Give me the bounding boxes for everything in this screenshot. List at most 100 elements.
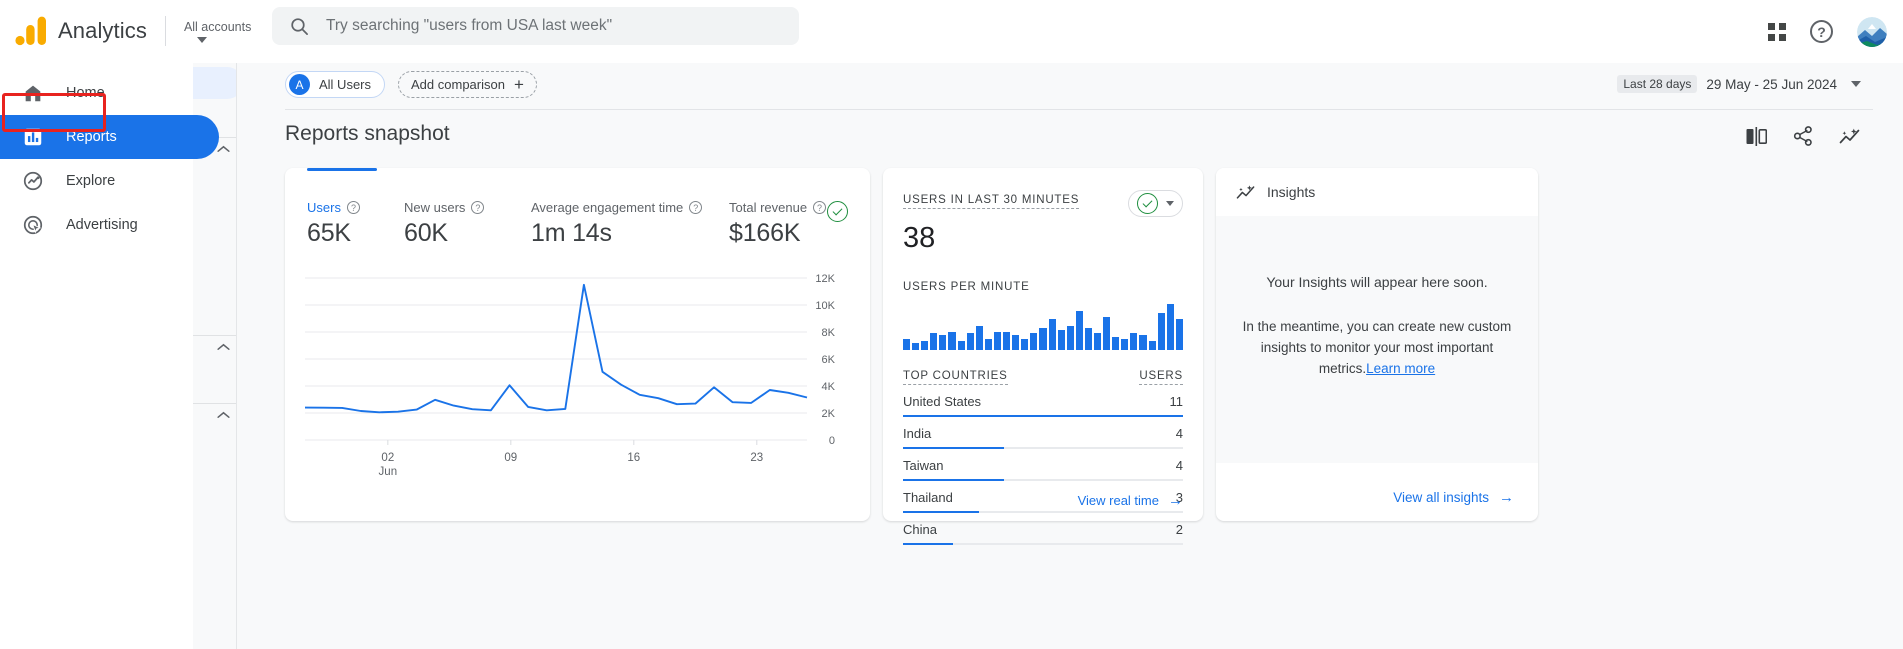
help-icon[interactable]: ? xyxy=(471,201,485,214)
country-name: India xyxy=(903,426,932,441)
chevron-up-icon[interactable] xyxy=(217,411,230,419)
subnav-text-fragment: s xyxy=(193,551,194,566)
insights-empty-line1: Your Insights will appear here soon. xyxy=(1266,274,1488,290)
bar xyxy=(1084,327,1092,350)
green-check-icon xyxy=(827,201,848,222)
plus-icon: + xyxy=(513,74,524,94)
metric-users[interactable]: Users ? 65K xyxy=(307,200,404,248)
top-countries-list: United States 11 India 4 Taiwan 4 Thaila… xyxy=(903,385,1183,545)
chevron-down-icon xyxy=(1851,81,1861,87)
top-countries-header: TOP COUNTRIES USERS xyxy=(903,370,1183,385)
date-range-value: 29 May - 25 Jun 2024 xyxy=(1706,76,1837,92)
insights-header: Insights xyxy=(1216,168,1538,216)
view-all-insights-link[interactable]: View all insights → xyxy=(1393,490,1514,505)
page-header: Reports snapshot xyxy=(237,110,1903,168)
search-icon xyxy=(291,17,308,35)
arrow-right-icon: → xyxy=(1168,492,1183,509)
table-row[interactable]: China 2 xyxy=(903,513,1183,545)
share-icon[interactable] xyxy=(1793,126,1813,146)
learn-more-link[interactable]: Learn more xyxy=(1366,361,1435,376)
bar-chart-icon xyxy=(24,128,42,146)
bar xyxy=(912,342,920,350)
view-real-time-label: View real time xyxy=(1077,493,1159,508)
data-status-badge[interactable] xyxy=(827,201,848,222)
advertising-target-icon xyxy=(23,215,43,235)
bar xyxy=(1057,329,1065,350)
table-row[interactable]: India 4 xyxy=(903,417,1183,449)
users-per-minute-chart[interactable] xyxy=(903,304,1183,350)
insights-trend-icon[interactable] xyxy=(1839,126,1861,146)
sidebar-item-advertising[interactable]: Advertising xyxy=(0,203,192,247)
bar xyxy=(903,339,911,350)
active-tab-indicator xyxy=(307,168,377,171)
metric-new-users[interactable]: New users ? 60K xyxy=(404,200,531,248)
arrow-right-icon: → xyxy=(1499,489,1514,506)
country-users: 4 xyxy=(1175,458,1183,473)
metric-avg-engagement-time[interactable]: Average engagement time ? 1m 14s xyxy=(531,200,729,248)
overview-card: Users ? 65K New users ? 60K Average enga… xyxy=(285,168,870,521)
sidebar: Home Reports Explore Advertising xyxy=(0,63,219,649)
view-real-time-link[interactable]: View real time → xyxy=(1078,493,1183,508)
svg-text:23: 23 xyxy=(750,452,763,464)
svg-text:0: 0 xyxy=(829,435,835,447)
compare-split-icon[interactable] xyxy=(1746,126,1767,146)
account-selector[interactable]: All accounts xyxy=(184,20,251,43)
sidebar-item-label: Home xyxy=(66,85,105,101)
realtime-status-badge[interactable] xyxy=(1128,190,1183,217)
svg-text:12K: 12K xyxy=(815,273,835,285)
control-bar: A All Users Add comparison + Last 28 day… xyxy=(237,63,1903,110)
bar xyxy=(1093,333,1102,350)
bar xyxy=(1139,335,1147,350)
avatar[interactable] xyxy=(1857,16,1887,47)
page-header-actions xyxy=(1746,126,1861,146)
bar xyxy=(1012,335,1020,350)
search-input[interactable]: Try searching "users from USA last week" xyxy=(272,7,799,45)
metric-total-revenue[interactable]: Total revenue ? $166K xyxy=(729,200,827,248)
divider xyxy=(193,403,236,404)
bar xyxy=(1103,316,1111,350)
bar xyxy=(921,340,929,350)
segment-chip-all-users[interactable]: A All Users xyxy=(285,71,386,98)
add-comparison-button[interactable]: Add comparison + xyxy=(398,71,537,98)
help-icon[interactable]: ? xyxy=(346,201,360,214)
country-users: 11 xyxy=(1169,394,1184,409)
main-content: A All Users Add comparison + Last 28 day… xyxy=(237,63,1903,649)
country-name: Taiwan xyxy=(903,458,944,473)
users-column-label: USERS xyxy=(1139,370,1183,385)
sidebar-item-explore[interactable]: Explore xyxy=(0,159,192,203)
metrics-group: Users ? 65K New users ? 60K Average enga… xyxy=(307,200,827,248)
bar xyxy=(1112,337,1120,350)
segment-avatar: A xyxy=(289,74,310,95)
realtime-users-count: 38 xyxy=(903,222,936,254)
top-app-bar: Analytics All accounts Try searching "us… xyxy=(0,0,1903,63)
help-icon[interactable]: ? xyxy=(689,201,703,214)
help-icon[interactable]: ? xyxy=(1810,20,1833,43)
metric-name: Users xyxy=(307,200,341,215)
date-range-picker[interactable]: Last 28 days 29 May - 25 Jun 2024 xyxy=(1617,75,1861,93)
sidebar-item-reports[interactable]: Reports xyxy=(0,115,219,159)
country-name: United States xyxy=(903,394,982,409)
help-icon[interactable]: ? xyxy=(813,201,827,214)
chevron-up-icon[interactable] xyxy=(217,343,230,351)
metric-value: $166K xyxy=(729,219,801,247)
cards-row: Users ? 65K New users ? 60K Average enga… xyxy=(237,168,1903,545)
bar xyxy=(1075,311,1083,350)
top-bar-actions: ? xyxy=(1768,0,1887,63)
segment-label: All Users xyxy=(319,77,372,92)
sidebar-item-home[interactable]: Home xyxy=(0,71,192,115)
users-over-time-chart[interactable]: 0 2K 4K 6K 8K 10K 12K 02 Jun 09 16 23 xyxy=(304,268,853,493)
bar xyxy=(966,333,974,350)
chevron-up-icon[interactable] xyxy=(217,145,230,153)
account-selector-label: All accounts xyxy=(183,19,252,34)
svg-text:Jun: Jun xyxy=(379,466,398,478)
bar xyxy=(993,331,1002,350)
insights-empty-line2: In the meantime, you can create new cust… xyxy=(1238,316,1516,379)
bar xyxy=(1121,339,1129,350)
insights-title: Insights xyxy=(1267,184,1316,200)
bar xyxy=(1039,327,1047,350)
bar xyxy=(1130,333,1138,350)
table-row[interactable]: Taiwan 4 xyxy=(903,449,1183,481)
svg-text:2K: 2K xyxy=(822,408,836,420)
apps-grid-icon[interactable] xyxy=(1768,22,1786,41)
table-row[interactable]: United States 11 xyxy=(903,385,1183,417)
